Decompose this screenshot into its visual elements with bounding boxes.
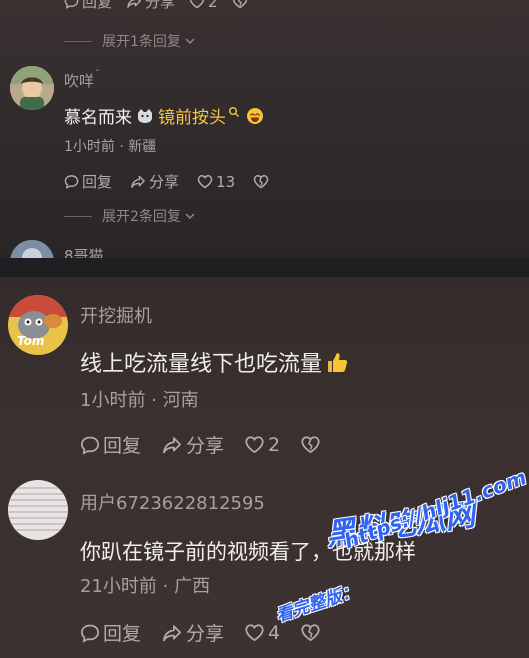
comment-actions: 回复 分享 13 (64, 171, 269, 192)
comment-username[interactable]: 开挖掘机 (80, 302, 152, 328)
share-button[interactable]: 分享 (161, 431, 224, 458)
expand-replies-2[interactable]: 展开2条回复 (64, 206, 196, 226)
comment-text: 线上吃流量线下也吃流量 (80, 346, 349, 378)
avatar[interactable] (10, 240, 54, 258)
share-icon (131, 175, 145, 188)
avatar-image (10, 240, 54, 258)
comment-text: 慕名而来 镜前按头 (64, 103, 264, 128)
share-icon (163, 436, 182, 453)
divider-line (64, 215, 92, 217)
comment-username[interactable]: 8哥猫 (64, 245, 104, 258)
share-icon (127, 0, 141, 8)
share-button[interactable]: 分享 (126, 0, 175, 12)
chevron-down-icon (185, 213, 195, 220)
comment-meta: 1小时前 · 新疆 (64, 139, 157, 155)
comment-username[interactable]: 吹咩 ˜ (64, 69, 100, 91)
like-button[interactable]: 2 (244, 434, 280, 456)
cat-emoji-icon (138, 108, 152, 123)
heart-icon (197, 175, 213, 189)
dislike-button[interactable] (253, 174, 269, 189)
grin-emoji-icon (247, 107, 263, 124)
thumbs-up-emoji-icon (328, 353, 348, 372)
comment-meta: 21小时前 · 广西 (80, 576, 211, 597)
reply-button[interactable]: 回复 (64, 171, 112, 192)
divider-line (64, 40, 92, 42)
broken-heart-icon (301, 624, 320, 642)
dislike-button[interactable] (300, 435, 321, 454)
reply-icon (64, 0, 79, 9)
avatar-badge-text: Tom (17, 334, 45, 348)
broken-heart-icon (301, 436, 320, 454)
avatar-image (8, 480, 68, 540)
search-icon[interactable] (228, 106, 240, 120)
avatar[interactable] (8, 480, 68, 540)
reply-button[interactable]: 回复 (80, 619, 141, 646)
reply-icon (80, 624, 100, 643)
chevron-down-icon (185, 38, 195, 45)
comment-panel-top: 回复 分享 2 展开1条回复 吹咩 ˜ 慕名而来 镜前按头 1小时前 · 新疆 … (0, 0, 529, 258)
heart-icon (245, 436, 264, 454)
search-link-text[interactable]: 镜前按头 (158, 103, 226, 128)
comment-username[interactable]: 用户6723622812595 (80, 489, 265, 515)
reply-button[interactable]: 回复 (64, 0, 112, 12)
like-button[interactable]: 2 (189, 0, 218, 11)
dislike-button[interactable] (300, 623, 321, 642)
comment-actions: 回复 分享 2 (80, 431, 321, 458)
like-button[interactable]: 13 (197, 173, 235, 191)
prev-comment-actions: 回复 分享 2 (64, 0, 248, 12)
share-button[interactable]: 分享 (130, 171, 179, 192)
expand-replies-1[interactable]: 展开1条回复 (64, 31, 196, 51)
comment-meta: 1小时前 · 河南 (80, 390, 199, 411)
reply-icon (64, 175, 79, 189)
reply-button[interactable]: 回复 (80, 431, 141, 458)
heart-icon (245, 624, 264, 642)
avatar[interactable] (10, 66, 54, 110)
screenshot-divider (0, 258, 529, 277)
comment-panel-bottom: Tom 开挖掘机 线上吃流量线下也吃流量 1小时前 · 河南 回复 分享 2 用… (0, 277, 529, 658)
share-button[interactable]: 分享 (161, 619, 224, 646)
share-icon (163, 624, 182, 641)
avatar-image (10, 66, 54, 110)
broken-heart-icon (232, 0, 247, 9)
broken-heart-icon (253, 175, 269, 189)
like-button[interactable]: 4 (244, 622, 280, 644)
heart-icon (189, 0, 205, 9)
dislike-button[interactable] (232, 0, 248, 9)
reply-icon (80, 436, 100, 455)
avatar[interactable]: Tom (8, 295, 68, 355)
